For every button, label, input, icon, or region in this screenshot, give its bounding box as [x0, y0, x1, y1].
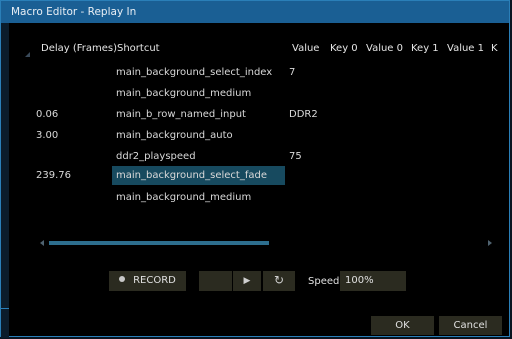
cell-shortcut: main_background_select_fade: [116, 170, 267, 181]
column-header-key1[interactable]: Key 1: [411, 43, 439, 54]
cell-delay: 0.06: [36, 109, 59, 120]
record-button[interactable]: RECORD: [109, 271, 186, 291]
record-dot-icon: [119, 276, 126, 282]
column-header-value0[interactable]: Value 0: [366, 43, 403, 54]
cell-shortcut: main_background_auto: [116, 130, 233, 141]
column-header-k[interactable]: K: [491, 43, 498, 54]
table-row[interactable]: main_background_select_index 7: [1, 63, 511, 83]
play-button[interactable]: ▶: [233, 271, 261, 291]
column-header-key0[interactable]: Key 0: [330, 43, 358, 54]
cell-shortcut: main_background_medium: [116, 88, 252, 99]
table-row[interactable]: main_background_medium: [1, 84, 511, 104]
cell-value: DDR2: [289, 109, 318, 120]
loop-icon: ↻: [273, 273, 285, 287]
column-resize-handle-icon[interactable]: [25, 52, 30, 57]
speed-input[interactable]: 100%: [340, 271, 406, 291]
scroll-right-arrow-icon[interactable]: [488, 240, 492, 246]
play-icon: ▶: [243, 276, 251, 286]
table-row[interactable]: 0.06 main_b_row_named_input DDR2: [1, 105, 511, 125]
ok-button[interactable]: OK: [371, 316, 434, 335]
edge-line: [1, 308, 9, 309]
cell-delay: 3.00: [36, 130, 59, 141]
column-header-shortcut[interactable]: Shortcut: [117, 43, 160, 54]
table-row-selected[interactable]: 239.76 main_background_select_fade: [1, 166, 511, 186]
window-title: Macro Editor - Replay In: [1, 1, 509, 23]
transport-blank-button[interactable]: [199, 271, 232, 291]
cell-shortcut: ddr2_playspeed: [116, 151, 196, 162]
loop-button[interactable]: ↻: [263, 271, 295, 291]
cell-delay: 239.76: [36, 170, 71, 181]
table-row[interactable]: 3.00 main_background_auto: [1, 126, 511, 146]
horizontal-scrollbar[interactable]: [49, 241, 269, 245]
record-label: RECORD: [133, 275, 176, 286]
table-row[interactable]: ddr2_playspeed 75: [1, 147, 511, 167]
cell-shortcut: main_background_medium: [116, 192, 252, 203]
cell-value: 75: [289, 151, 302, 162]
cell-value: 7: [289, 67, 296, 78]
column-header-delay[interactable]: Delay (Frames): [41, 43, 117, 54]
cancel-button[interactable]: Cancel: [439, 316, 502, 335]
column-header-value1[interactable]: Value 1: [447, 43, 484, 54]
macro-editor-window: Macro Editor - Replay In Delay (Frames) …: [0, 0, 511, 338]
speed-label: Speed: [308, 276, 340, 287]
table-row[interactable]: main_background_medium: [1, 188, 511, 208]
cell-shortcut: main_b_row_named_input: [116, 109, 246, 120]
column-header-value[interactable]: Value: [292, 43, 319, 54]
scroll-left-arrow-icon[interactable]: [40, 240, 44, 246]
cell-shortcut: main_background_select_index: [116, 67, 273, 78]
